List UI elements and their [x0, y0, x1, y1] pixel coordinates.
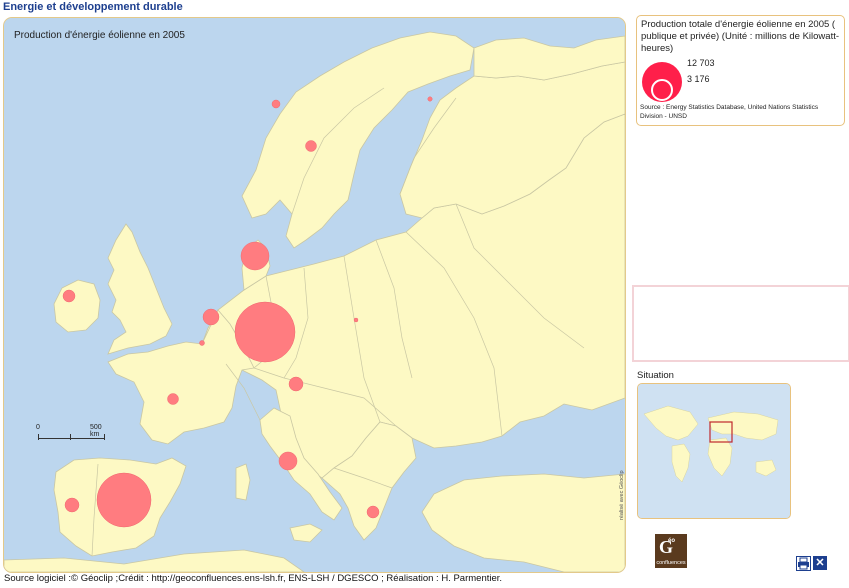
symbol-poland[interactable]: [353, 317, 359, 323]
symbol-ireland[interactable]: [62, 289, 76, 303]
symbol-layer: [62, 96, 433, 528]
symbol-finland[interactable]: [427, 96, 433, 102]
legend-value-small: 3 176: [687, 74, 710, 84]
info-panel: [632, 285, 849, 362]
geoconfluences-logo[interactable]: G éo confluences: [655, 534, 687, 568]
symbol-sweden[interactable]: [305, 140, 317, 152]
scale-label-end: 500 km: [90, 424, 102, 438]
logo-small-text: éo: [668, 538, 676, 544]
situation-map[interactable]: [637, 383, 791, 519]
legend-value-large: 12 703: [687, 58, 715, 68]
printer-icon: [798, 557, 809, 570]
symbol-denmark[interactable]: [240, 241, 270, 271]
symbol-norway[interactable]: [271, 99, 281, 109]
scale-line: [38, 438, 104, 439]
logo-subtext: confluences: [656, 560, 686, 566]
symbol-belgium[interactable]: [199, 340, 205, 346]
world-minimap: [638, 384, 790, 518]
scale-tick-start: [38, 434, 39, 440]
close-icon: ✕: [815, 557, 825, 569]
scale-tick-mid: [70, 434, 71, 440]
scale-label-start: 0: [36, 424, 40, 431]
legend-source: Source : Energy Statistics Database, Uni…: [640, 104, 819, 120]
app-title: Energie et développement durable: [3, 1, 183, 13]
close-button[interactable]: ✕: [813, 556, 827, 570]
symbol-netherlands[interactable]: [202, 308, 220, 326]
symbol-austria[interactable]: [288, 376, 304, 392]
symbol-france[interactable]: [167, 393, 179, 405]
symbol-italy[interactable]: [278, 451, 298, 471]
map-frame[interactable]: Production d'énergie éolienne en 2005 0 …: [3, 17, 626, 573]
scale-bar: 0 500 km: [34, 424, 110, 444]
symbol-portugal[interactable]: [64, 497, 80, 513]
symbol-germany[interactable]: [234, 301, 296, 363]
situation-label: Situation: [637, 370, 674, 381]
symbol-greece[interactable]: [366, 505, 380, 519]
vertical-credit: réalisé avec Géoclip: [619, 470, 625, 520]
legend-panel: Production totale d'énergie éolienne en …: [636, 15, 845, 126]
legend-title: Production totale d'énergie éolienne en …: [641, 19, 840, 54]
symbol-spain[interactable]: [96, 472, 152, 528]
legend-circle-small: [651, 79, 673, 101]
footer-credits: Source logiciel :© Géoclip ;Crédit : htt…: [4, 573, 503, 584]
print-button[interactable]: [796, 556, 811, 571]
